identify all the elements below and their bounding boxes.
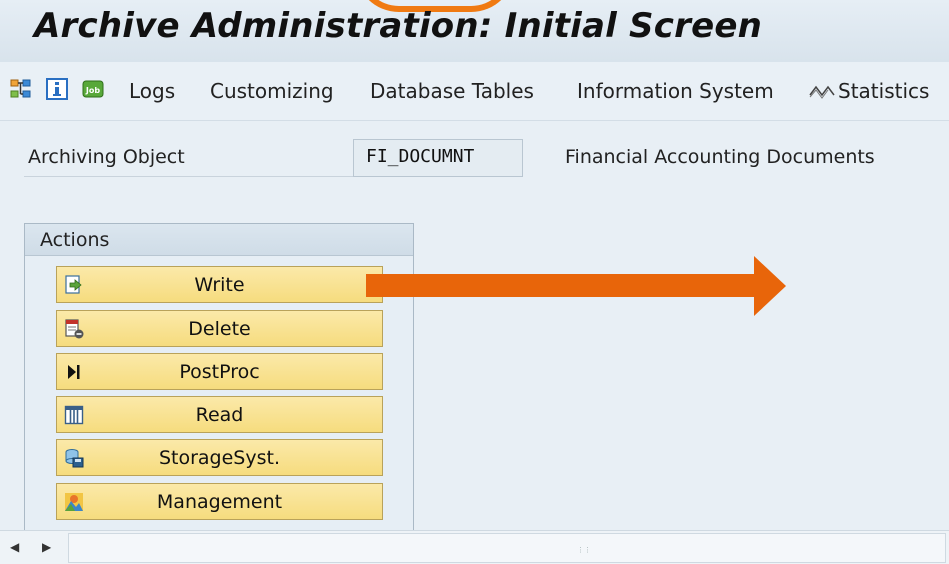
postproc-button-label: PostProc — [179, 360, 260, 383]
archiving-object-description: Financial Accounting Documents — [565, 146, 875, 168]
storage-system-icon — [63, 447, 85, 469]
management-button[interactable]: Management — [56, 483, 383, 520]
actions-panel: Actions Write Delete PostProc Read Stora… — [24, 223, 414, 533]
page-title: Archive Administration: Initial Screen — [34, 6, 762, 46]
annotation-arrow — [366, 256, 786, 316]
menu-customizing[interactable]: Customizing — [210, 79, 334, 103]
scroll-left-icon[interactable]: ◀ — [10, 540, 19, 554]
management-icon — [63, 491, 85, 513]
status-bar: ◀ ▶ ⋮⋮ — [0, 530, 949, 564]
scroll-right-icon[interactable]: ▶ — [42, 540, 51, 554]
status-message-field: ⋮⋮ — [68, 533, 946, 563]
postproc-button[interactable]: PostProc — [56, 353, 383, 390]
statistics-icon[interactable] — [808, 80, 836, 102]
info-icon[interactable] — [46, 78, 68, 100]
write-button[interactable]: Write — [56, 266, 383, 303]
menu-information-system[interactable]: Information System — [577, 79, 774, 103]
job-icon-text: Job — [85, 86, 100, 95]
field-underline — [24, 176, 354, 177]
menu-database-tables[interactable]: Database Tables — [370, 79, 534, 103]
read-button[interactable]: Read — [56, 396, 383, 433]
read-icon — [63, 404, 85, 426]
delete-button-label: Delete — [188, 317, 251, 340]
job-icon[interactable]: Job — [82, 78, 104, 100]
application-toolbar: Job Logs Customizing Database Tables Inf… — [0, 62, 949, 121]
title-bar: Archive Administration: Initial Screen — [0, 0, 949, 62]
menu-logs[interactable]: Logs — [129, 79, 175, 103]
archiving-object-label: Archiving Object — [28, 146, 185, 168]
menu-statistics[interactable]: Statistics — [838, 79, 929, 103]
archiving-object-field[interactable]: FI_DOCUMNT — [353, 139, 523, 177]
storage-system-button[interactable]: StorageSyst. — [56, 439, 383, 476]
actions-header: Actions — [25, 224, 413, 256]
read-button-label: Read — [195, 403, 244, 426]
grip-icon[interactable]: ⋮⋮ — [577, 546, 591, 554]
delete-button[interactable]: Delete — [56, 310, 383, 347]
postproc-icon — [63, 361, 85, 383]
delete-icon — [63, 318, 85, 340]
management-button-label: Management — [156, 490, 283, 513]
storage-system-button-label: StorageSyst. — [158, 446, 281, 469]
hierarchy-icon[interactable] — [10, 78, 32, 100]
write-button-label: Write — [194, 273, 245, 296]
write-icon — [63, 274, 85, 296]
